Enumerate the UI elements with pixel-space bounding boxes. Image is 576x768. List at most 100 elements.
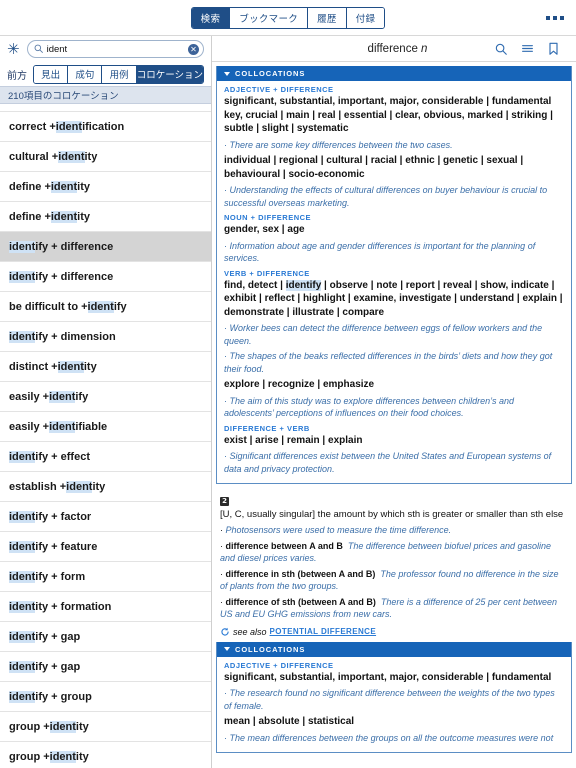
collocation-prefix: distinct + [9,360,58,373]
collocation-prefix: define + [9,210,51,223]
list-item[interactable]: ident ify + group [0,682,211,712]
match-highlight: ident [9,600,36,613]
collocation-list: explore | recognize | emphasize [224,379,375,390]
entry-headword-title: difference n [367,42,428,55]
list-item[interactable]: ident ify + feature [0,532,211,562]
list-item[interactable]: define + ident ity [0,202,211,232]
menu-icon[interactable] [514,36,540,62]
match-highlight: ident [9,660,36,673]
collocations-block: COLLOCATIONS ADJECTIVE + DIFFERENCE signif… [216,66,572,484]
pattern-entry: · difference in sth (between A and B) Th… [220,568,559,592]
result-count-label: 210項目のコロケーション [0,86,211,104]
collocations-header[interactable]: COLLOCATIONS [217,66,571,81]
list-item[interactable]: cultural + ident ity [0,142,211,172]
entry-header: difference n [212,36,576,62]
collocation-result-list[interactable]: correct + ident ification cultural + ident… [0,104,211,768]
match-highlight: ident [9,570,36,583]
collocation-suffix: ify + feature [35,540,98,553]
match-highlight: ident [58,150,85,163]
collocation-suffix: ify + effect [35,450,90,463]
list-item[interactable]: ident ify + gap [0,622,211,652]
bullet-icon: · [224,240,230,251]
collocations-block: COLLOCATIONS ADJECTIVE + DIFFERENCE signif… [216,641,572,753]
list-item[interactable]: ident ify + effect [0,442,211,472]
list-item[interactable]: ident ify + difference [0,232,211,262]
match-highlight: ident [9,450,36,463]
overflow-dot [560,15,564,20]
collocation-list: gender, sex | age [224,224,305,235]
match-highlight: ident [49,720,76,733]
match-highlight: ident [49,750,76,763]
match-highlight: ident [9,510,36,523]
list-item[interactable]: correct + ident ification [0,112,211,142]
filter-tabs[interactable]: 見出 成句 用例 コロケーション [33,64,204,84]
list-item[interactable]: ident ify + factor [0,502,211,532]
mode-tab-3[interactable]: 付録 [346,7,385,28]
match-highlight: ident [9,690,36,703]
wildcard-asterisk-icon[interactable]: ✳ [7,42,20,57]
list-item[interactable]: define + ident ity [0,172,211,202]
collocations-header-label: COLLOCATIONS [235,644,306,654]
list-item[interactable]: group + ident ity [0,742,211,768]
match-highlight: ident [9,270,36,283]
match-highlight: ident [9,330,36,343]
entry-panel: difference n COLLOCATIONS ADJECTIVE + DI… [212,36,576,768]
search-input[interactable]: ident ✕ [26,40,204,58]
bullet-icon: · [224,451,230,461]
list-item[interactable]: easily + ident ifiable [0,412,211,442]
mode-segmented-control[interactable]: 検索 ブックマーク 履歴 付録 [190,6,386,29]
example-sentence: · Significant differences exist between … [224,451,552,474]
filter-tab-3[interactable]: コロケーション [136,65,203,83]
list-item[interactable]: easily + ident ify [0,382,211,412]
collocation-suffix: ity [83,360,97,373]
list-item[interactable]: be difficult to + ident ify [0,292,211,322]
collocation-suffix: ity [84,150,98,163]
collocation-prefix: be difficult to + [9,300,88,313]
match-highlight: ident [50,210,78,223]
search-input-value: ident [46,43,68,55]
collocation-suffix: ify + factor [35,510,92,523]
collocation-list: exist | arise | remain | explain [224,434,363,446]
collocation-suffix: ify + gap [35,660,81,673]
collocation-suffix: ify + gap [35,630,81,643]
overflow-menu-icon[interactable] [544,10,566,26]
list-item[interactable]: ident ify + difference [0,262,211,292]
bullet-icon: · [224,351,230,361]
list-item[interactable]: group + ident ity [0,712,211,742]
bookmark-icon[interactable] [540,36,566,62]
list-item[interactable]: ident ity + formation [0,592,211,622]
top-toolbar: 検索 ブックマーク 履歴 付録 [0,0,576,36]
search-icon[interactable] [488,36,514,62]
bullet-icon: · [224,185,230,195]
filter-tab-1[interactable]: 成句 [68,65,103,83]
example-sentence: · Information about age and gender diffe… [224,240,536,264]
filter-tab-0[interactable]: 見出 [34,65,69,83]
clear-search-icon[interactable]: ✕ [188,43,199,55]
collocation-list: individual | regional | cultural | racia… [224,155,524,180]
bullet-icon: · [224,688,230,698]
example-sentence: · The aim of this study was to explore d… [224,395,514,419]
see-also-row: see also POTENTIAL DIFFERENCE [216,624,572,642]
list-item[interactable] [0,104,211,112]
collocations-header[interactable]: COLLOCATIONS [217,641,571,657]
collocation-category-heading: DIFFERENCE + VERB [224,423,310,433]
mode-tab-2[interactable]: 履歴 [308,7,347,28]
collocation-suffix: ify + form [35,570,86,583]
entry-content-scroll[interactable]: COLLOCATIONS ADJECTIVE + DIFFERENCE signif… [212,62,576,768]
filter-tab-2[interactable]: 用例 [102,65,137,83]
mode-tab-0[interactable]: 検索 [191,7,231,28]
list-item[interactable]: ident ify + form [0,562,211,592]
cross-reference-link[interactable]: POTENTIAL DIFFERENCE [270,626,377,638]
list-item[interactable]: distinct + ident ity [0,352,211,382]
filter-row: 前方 見出 成句 用例 コロケーション [0,62,211,86]
mode-tab-1[interactable]: ブックマーク [230,7,309,28]
list-item[interactable]: establish + ident ity [0,472,211,502]
pattern-label: difference in sth (between A and B) [225,568,376,579]
collocation-suffix: ify + group [35,690,92,703]
collocation-prefix: group + [9,750,50,763]
bullet-icon: · [224,395,230,406]
match-highlight: identify [285,279,322,291]
list-item[interactable]: ident ify + gap [0,652,211,682]
list-item[interactable]: ident ify + dimension [0,322,211,352]
bullet-icon: · [224,139,230,150]
